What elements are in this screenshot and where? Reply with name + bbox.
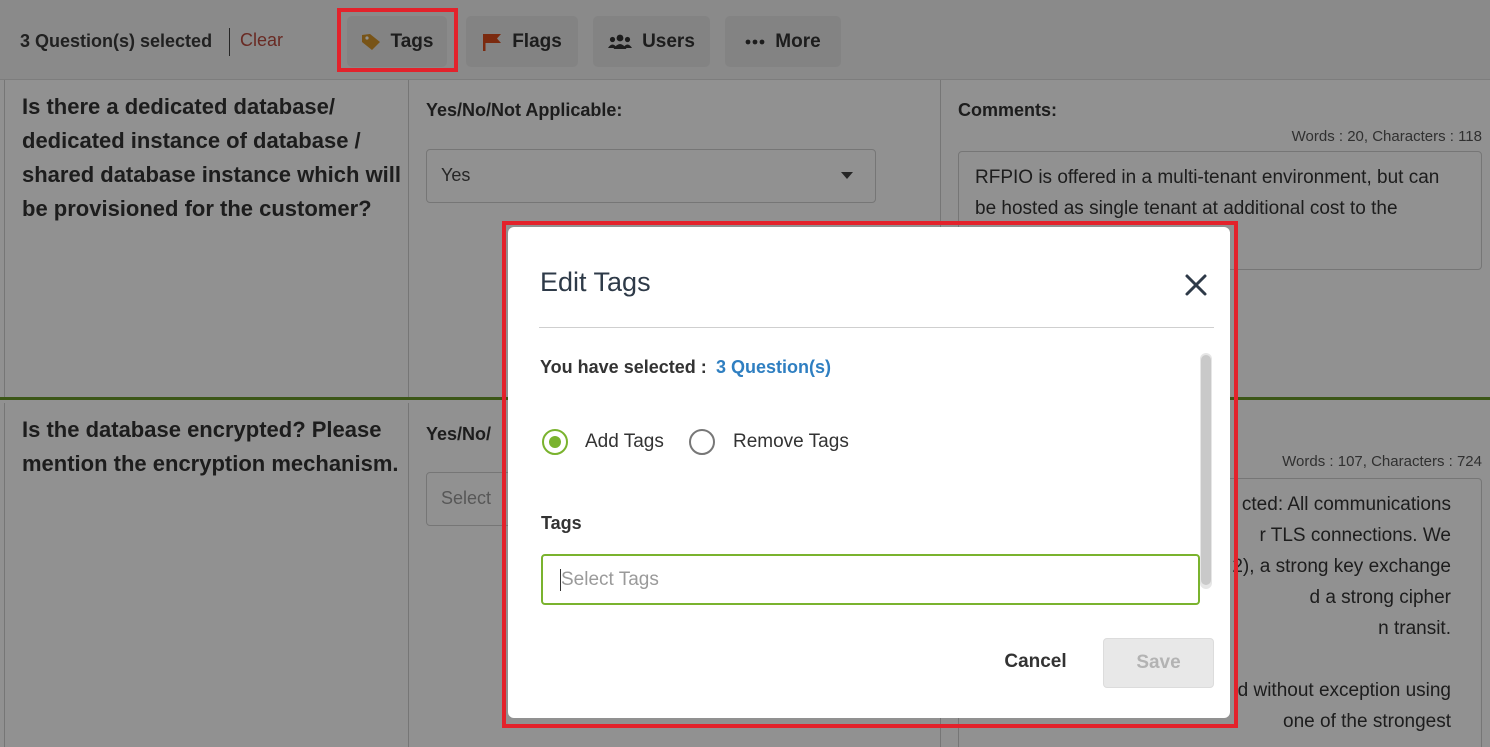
- tags-button-highlight: [337, 8, 458, 72]
- modal-highlight: [502, 221, 1238, 728]
